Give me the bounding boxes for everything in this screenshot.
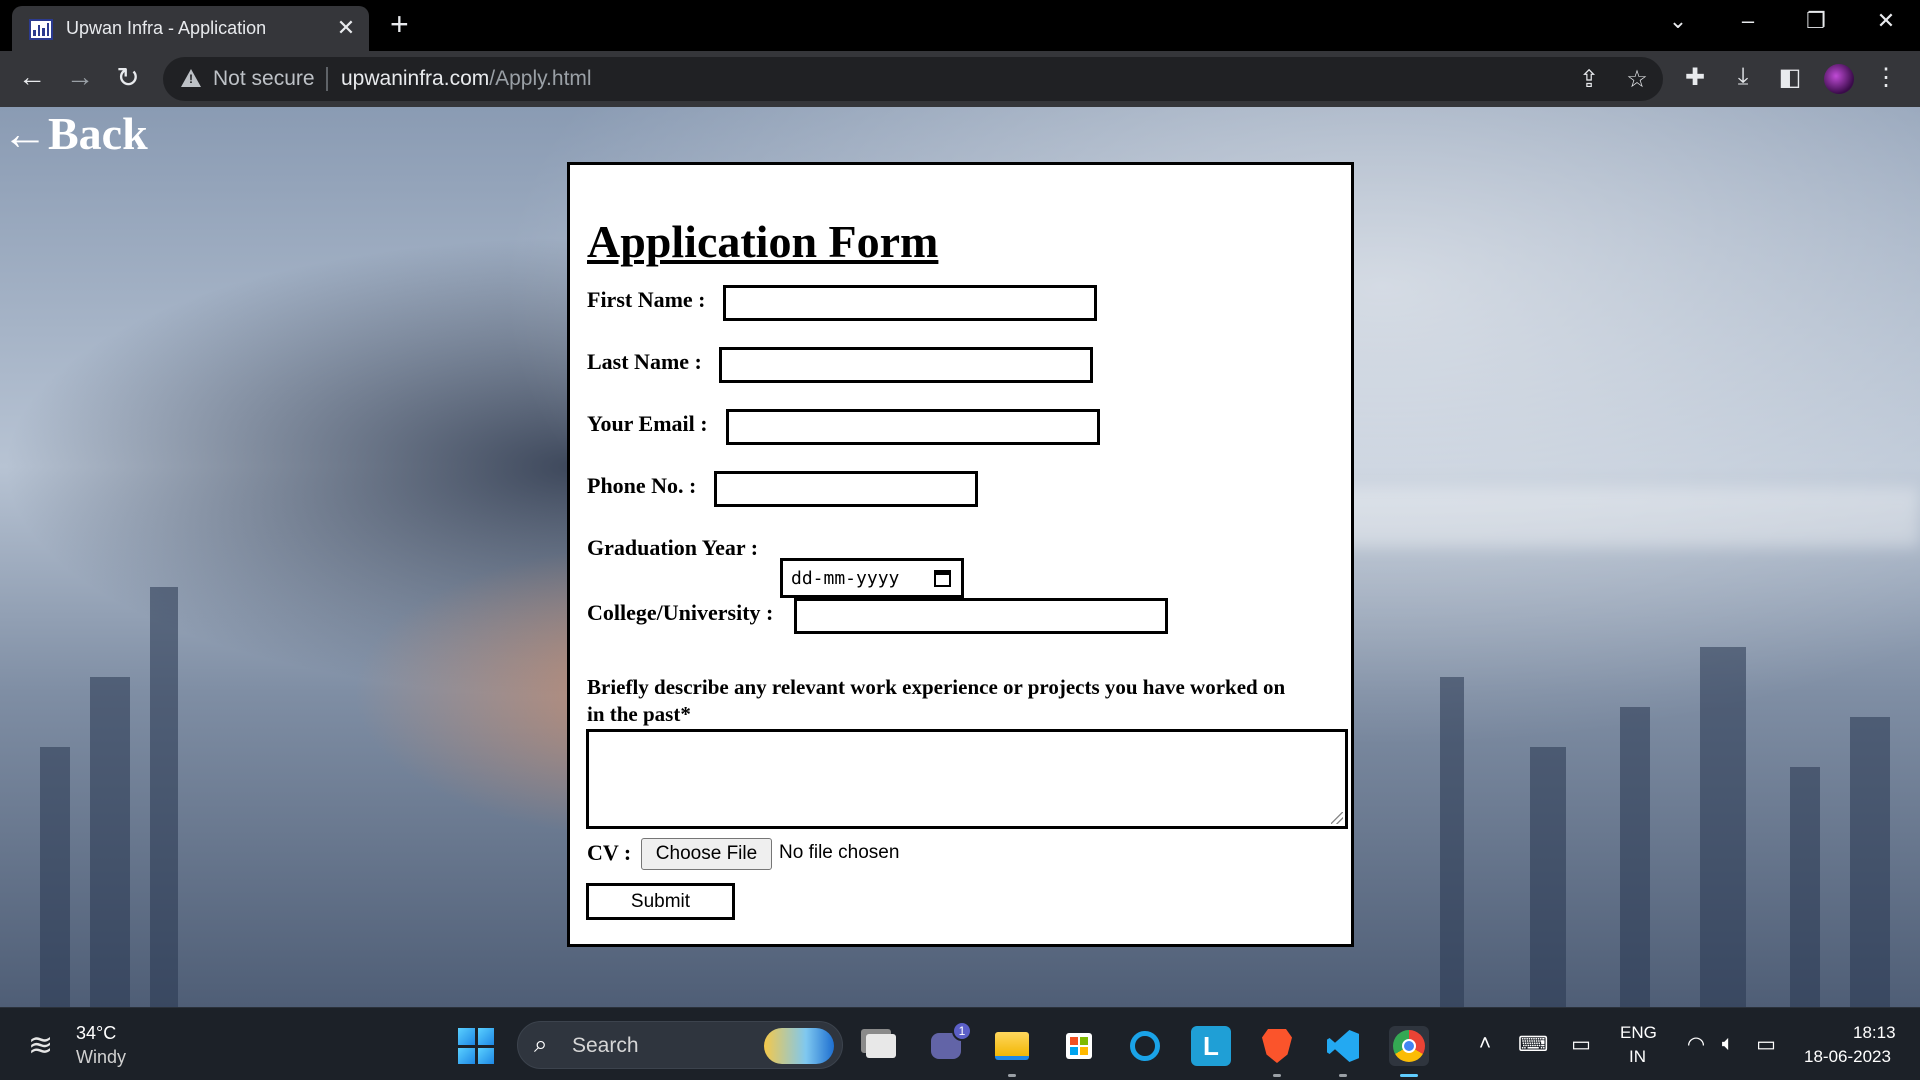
- weather-temperature[interactable]: 34°C: [76, 1023, 116, 1044]
- choose-file-button[interactable]: Choose File: [641, 838, 772, 870]
- date-placeholder: dd-mm-yyyy: [791, 568, 900, 589]
- graduation-year-label: Graduation Year :: [587, 535, 759, 560]
- task-view-icon[interactable]: [861, 1026, 901, 1066]
- description-label: Briefly describe any relevant work exper…: [587, 675, 1286, 726]
- back-arrow-icon[interactable]: ←: [14, 61, 50, 93]
- submit-button[interactable]: Submit: [586, 883, 735, 920]
- start-button[interactable]: [458, 1028, 494, 1064]
- brave-running-indicator: [1273, 1074, 1281, 1077]
- clock-time[interactable]: 18:13: [1853, 1023, 1896, 1043]
- chrome-icon[interactable]: [1389, 1026, 1429, 1066]
- side-panel-icon[interactable]: ◧: [1774, 63, 1806, 92]
- keyboard-icon[interactable]: ⌨: [1518, 1032, 1548, 1057]
- close-window-icon[interactable]: ✕: [1866, 8, 1906, 34]
- volume-icon[interactable]: 🔈︎: [1713, 1032, 1743, 1056]
- language-region[interactable]: IN: [1629, 1047, 1646, 1067]
- chrome-menu-icon[interactable]: ⋮: [1870, 63, 1902, 92]
- tab-close-icon[interactable]: ✕: [333, 15, 359, 41]
- wifi-icon[interactable]: ◠: [1681, 1032, 1711, 1057]
- graduation-year-date-input[interactable]: dd-mm-yyyy: [780, 558, 964, 598]
- cortana-icon[interactable]: [1125, 1026, 1165, 1066]
- tab-title: Upwan Infra - Application: [66, 18, 267, 38]
- search-icon: ⌕: [534, 1031, 548, 1058]
- application-form: Application Form First Name : Last Name …: [567, 162, 1354, 947]
- url-text[interactable]: upwaninfra.com/Apply.html: [341, 67, 592, 91]
- weather-condition[interactable]: Windy: [76, 1047, 126, 1068]
- minimize-window-icon[interactable]: –: [1728, 8, 1768, 34]
- first-name-input[interactable]: [723, 285, 1097, 321]
- search-label: Search: [572, 1034, 639, 1057]
- chat-notification-badge: 1: [952, 1021, 972, 1041]
- l-app-icon[interactable]: L: [1191, 1026, 1231, 1066]
- description-textarea[interactable]: [586, 729, 1348, 829]
- restore-window-icon[interactable]: ❐: [1796, 8, 1836, 34]
- file-explorer-running-indicator: [1008, 1074, 1016, 1077]
- windows-taskbar: ≋ 34°C Windy ⌕ Search 1 L ˄ ⌨ ▭ ENG IN ◠…: [0, 1007, 1920, 1080]
- security-status[interactable]: Not secure: [213, 67, 315, 91]
- bookmark-star-icon[interactable]: ☆: [1621, 65, 1653, 94]
- form-title: Application Form: [587, 216, 939, 267]
- browser-tab-active[interactable]: Upwan Infra - Application ✕: [12, 6, 369, 51]
- back-link[interactable]: ←Back: [2, 107, 148, 160]
- file-status-text: No file chosen: [779, 842, 900, 863]
- url-divider: [326, 67, 328, 91]
- browser-tab-strip: Upwan Infra - Application ✕ + ⌄ – ❐ ✕: [0, 0, 1920, 51]
- wind-weather-icon[interactable]: ≋: [28, 1028, 53, 1063]
- address-bar[interactable]: Not secure upwaninfra.com/Apply.html ⇪ ☆: [163, 57, 1663, 101]
- vscode-running-indicator: [1339, 1074, 1347, 1077]
- chrome-active-indicator: [1400, 1074, 1418, 1077]
- phone-input[interactable]: [714, 471, 978, 507]
- taskbar-search[interactable]: ⌕ Search: [517, 1021, 843, 1069]
- last-name-input[interactable]: [719, 347, 1093, 383]
- display-icon[interactable]: ▭: [1566, 1032, 1596, 1057]
- microsoft-store-icon[interactable]: [1059, 1026, 1099, 1066]
- file-explorer-icon[interactable]: [992, 1026, 1032, 1066]
- share-icon[interactable]: ⇪: [1573, 65, 1605, 94]
- language-indicator[interactable]: ENG: [1620, 1023, 1657, 1043]
- tab-search-chevron-icon[interactable]: ⌄: [1658, 8, 1698, 34]
- url-path: /Apply.html: [489, 67, 592, 90]
- download-icon[interactable]: ⤓: [1727, 63, 1759, 91]
- page-viewport: ←Back Application Form First Name : Last…: [0, 107, 1920, 1007]
- college-input[interactable]: [794, 598, 1168, 634]
- show-hidden-icons-chevron-icon[interactable]: ˄: [1470, 1032, 1500, 1056]
- extensions-puzzle-icon[interactable]: ✚: [1679, 63, 1711, 92]
- resize-grip-icon[interactable]: [1331, 812, 1343, 824]
- calendar-icon[interactable]: [934, 570, 951, 587]
- email-input[interactable]: [726, 409, 1100, 445]
- college-label: College/University :: [587, 600, 774, 625]
- vscode-icon[interactable]: [1323, 1026, 1363, 1066]
- first-name-label: First Name :: [587, 287, 706, 312]
- search-highlight-icon: [764, 1028, 834, 1064]
- warning-icon[interactable]: [181, 69, 201, 87]
- browser-toolbar: ← → ↻ Not secure upwaninfra.com/Apply.ht…: [0, 51, 1920, 107]
- profile-avatar[interactable]: [1824, 64, 1854, 94]
- clock-date[interactable]: 18-06-2023: [1804, 1047, 1891, 1067]
- site-favicon-icon: [29, 19, 53, 40]
- battery-icon[interactable]: ▭: [1751, 1032, 1781, 1057]
- forward-arrow-icon[interactable]: →: [62, 61, 98, 93]
- url-domain: upwaninfra.com: [341, 67, 490, 90]
- email-label: Your Email :: [587, 411, 708, 436]
- last-name-label: Last Name :: [587, 349, 702, 374]
- phone-label: Phone No. :: [587, 473, 697, 498]
- new-tab-button[interactable]: +: [390, 6, 409, 43]
- brave-browser-icon[interactable]: [1257, 1026, 1297, 1066]
- cv-label: CV :: [587, 840, 632, 865]
- reload-icon[interactable]: ↻: [110, 61, 146, 94]
